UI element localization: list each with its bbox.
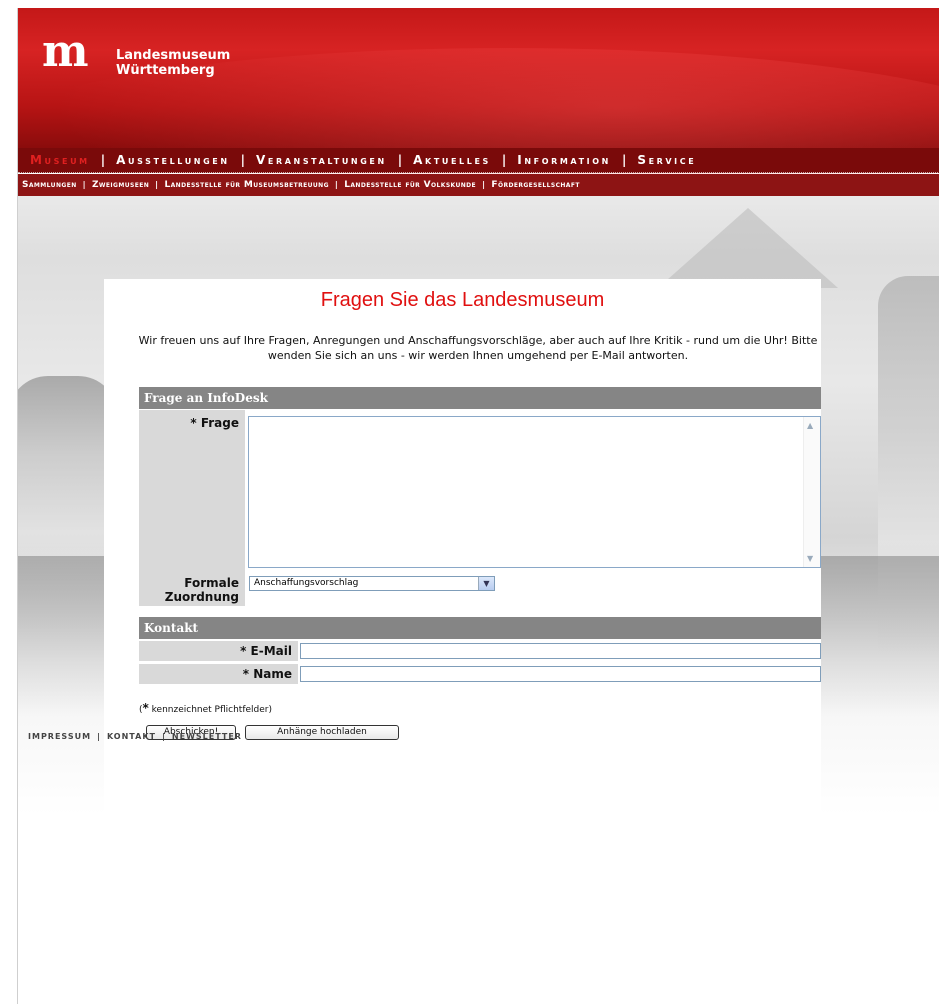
name-field[interactable] <box>300 666 821 682</box>
nav-ausstellungen[interactable]: Ausstellungen <box>116 153 230 167</box>
nav-museum[interactable]: Museum <box>30 153 90 167</box>
section-header-infodesk: Frage an InfoDesk <box>139 387 821 409</box>
footer-kontakt[interactable]: Kontakt <box>107 732 156 741</box>
logo-text[interactable]: Landesmuseum Württemberg <box>116 48 230 78</box>
category-select-value: Anschaffungsvorschlag <box>254 578 359 588</box>
subnav-foerdergesellschaft[interactable]: Fördergesellschaft <box>491 180 579 190</box>
footer-newsletter[interactable]: Newsletter <box>172 732 242 741</box>
content-panel: Fragen Sie das Landesmuseum Wir freuen u… <box>104 279 821 899</box>
category-label: Formale Zuordnung <box>139 574 245 606</box>
page: m Landesmuseum Württemberg Museum | Ausste… <box>17 8 939 1004</box>
subnav-museumsbetreuung[interactable]: Landesstelle für Museumsbetreuung <box>164 180 328 190</box>
intro-text: Wir freuen uns auf Ihre Fragen, Anregung… <box>138 334 818 362</box>
subnav-volkskunde[interactable]: Landesstelle für Volkskunde <box>344 180 476 190</box>
logo-icon[interactable]: m <box>42 30 89 74</box>
subnav-zweigmuseen[interactable]: Zweigmuseen <box>92 180 149 190</box>
header: m Landesmuseum Württemberg <box>18 8 939 248</box>
upload-attachments-button[interactable]: Anhänge hochladen <box>245 725 399 740</box>
scroll-down-icon[interactable]: ▼ <box>807 554 813 563</box>
nav-information[interactable]: Information <box>517 153 611 167</box>
category-select[interactable]: Anschaffungsvorschlag ▼ <box>249 576 495 591</box>
footer-links: Impressum | Kontakt | Newsletter <box>28 732 242 741</box>
question-textarea[interactable]: ▲ ▼ <box>248 416 821 568</box>
section-header-kontakt: Kontakt <box>139 617 821 639</box>
left-margin <box>0 0 17 1004</box>
subnav-sammlungen[interactable]: Sammlungen <box>22 180 77 190</box>
question-label: * Frage <box>139 410 245 574</box>
roof-shape <box>658 208 838 288</box>
chevron-down-icon[interactable]: ▼ <box>478 577 494 590</box>
nav-service[interactable]: Service <box>637 153 696 167</box>
scroll-up-icon[interactable]: ▲ <box>807 421 813 430</box>
nav-aktuelles[interactable]: Aktuelles <box>413 153 491 167</box>
email-label: * E-Mail <box>139 641 298 661</box>
logo-line-2: Württemberg <box>116 63 215 78</box>
logo-line-1: Landesmuseum <box>116 48 231 63</box>
main-navigation: Museum | Ausstellungen | Veranstaltungen | Akt… <box>18 148 939 173</box>
nav-veranstaltungen[interactable]: Veranstaltungen <box>256 153 387 167</box>
required-fields-note: (* kennzeichnet Pflichtfelder) <box>139 701 272 715</box>
email-field[interactable] <box>300 643 821 659</box>
name-label: * Name <box>139 664 298 684</box>
sub-navigation: Sammlungen | Zweigmuseen | Landesstelle für … <box>18 174 939 196</box>
textarea-scrollbar[interactable]: ▲ ▼ <box>803 417 820 567</box>
page-title: Fragen Sie das Landesmuseum <box>320 289 605 311</box>
footer-impressum[interactable]: Impressum <box>28 732 91 741</box>
